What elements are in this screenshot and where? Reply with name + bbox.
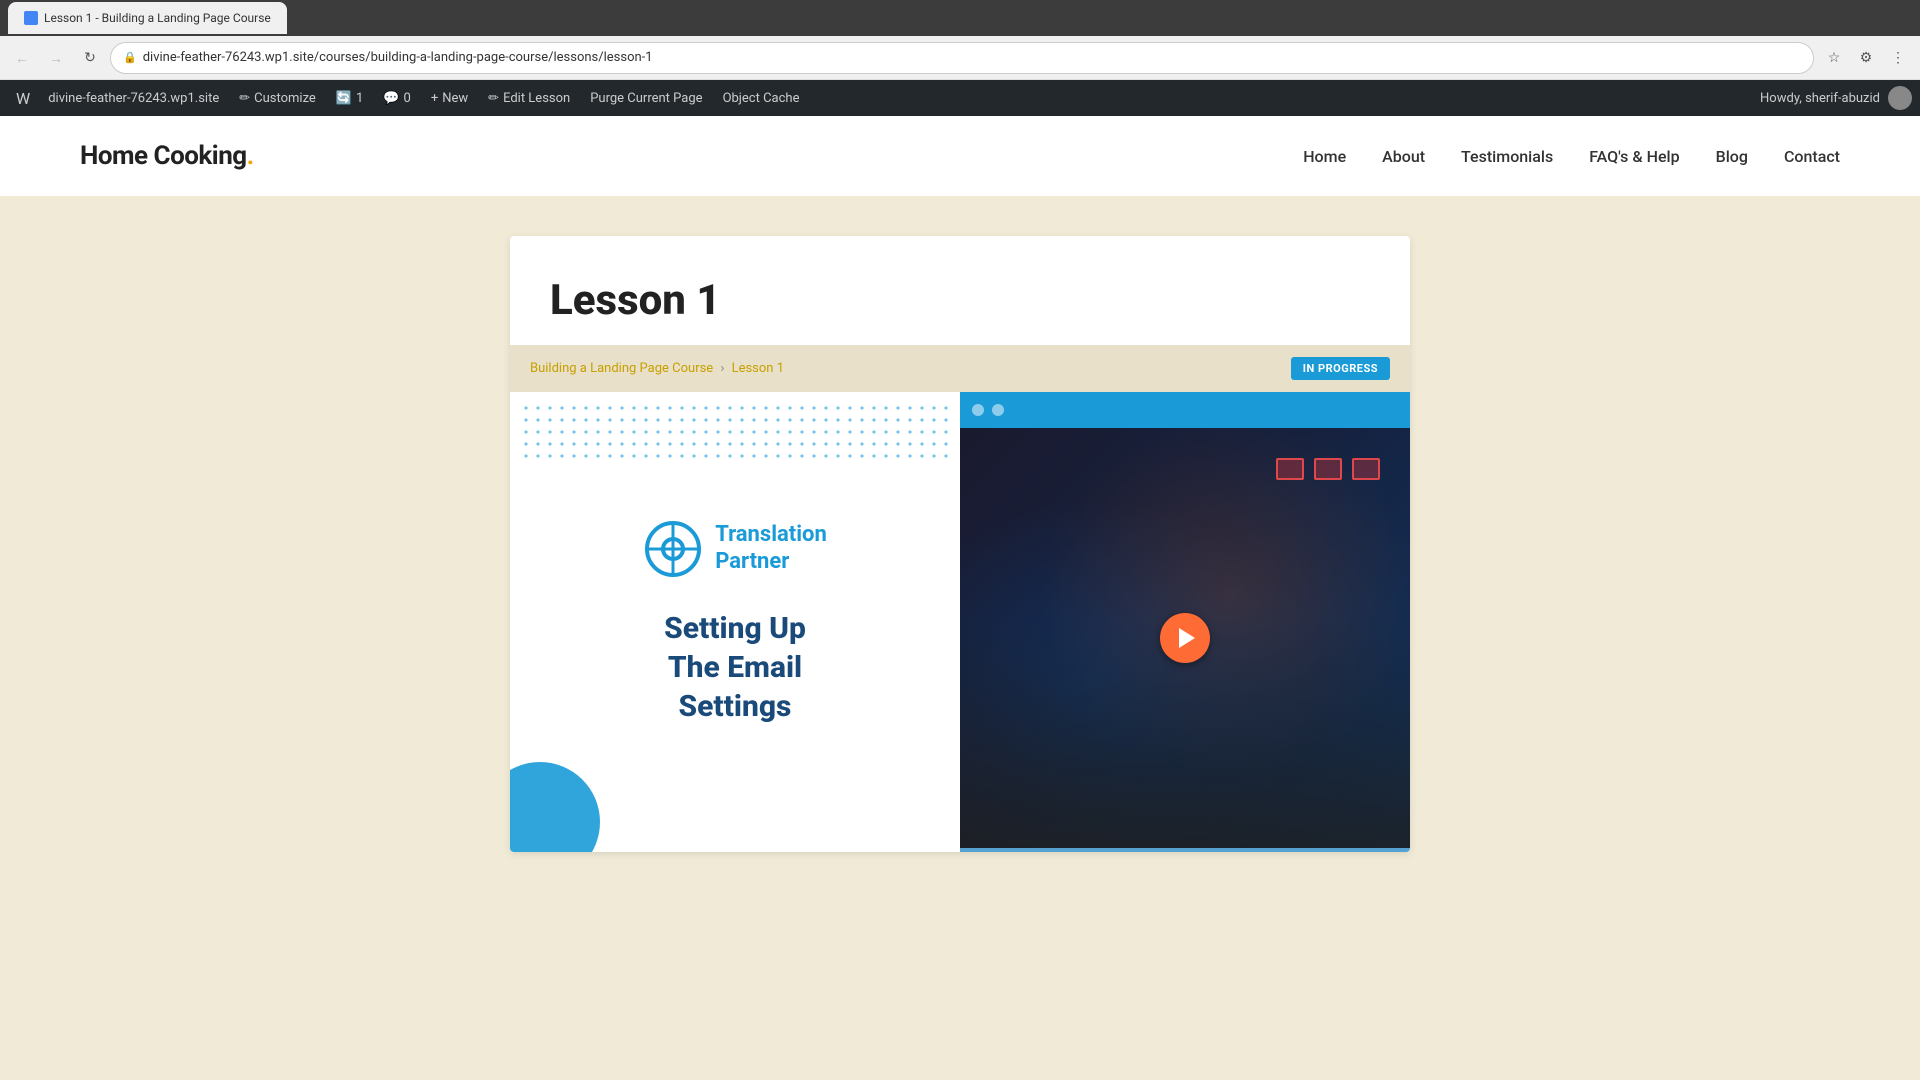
- video-dot-1: [972, 404, 984, 416]
- nav-testimonials[interactable]: Testimonials: [1461, 147, 1553, 166]
- wp-site-link[interactable]: divine-feather-76243.wp1.site: [38, 80, 229, 116]
- user-avatar: [1888, 86, 1912, 110]
- breadcrumb-bar: Building a Landing Page Course › Lesson …: [510, 345, 1410, 392]
- breadcrumb-course-text: Building a Landing Page Course: [530, 361, 713, 376]
- email-icon-1: [1276, 458, 1304, 480]
- video-dot-2: [992, 404, 1004, 416]
- tp-main-text: Setting Up The Email Settings: [664, 609, 806, 726]
- comments-icon: 💬: [383, 91, 399, 106]
- breadcrumb-current: Lesson 1: [732, 361, 784, 376]
- tp-logo-line2: Partner: [715, 549, 789, 574]
- wp-bar-right: Howdy, sherif-abuzid: [1760, 86, 1912, 110]
- customize-pencil-icon: ✏: [239, 91, 250, 106]
- tab-bar: Lesson 1 - Building a Landing Page Cours…: [0, 0, 1920, 36]
- wp-edit-lesson-link[interactable]: ✏ Edit Lesson: [478, 80, 580, 116]
- wp-purge-link[interactable]: Purge Current Page: [580, 80, 712, 116]
- tp-text-line1: Setting Up: [664, 611, 806, 646]
- plus-icon: +: [431, 91, 438, 106]
- lesson-media: Translation Partner Setting Up The Email…: [510, 392, 1410, 852]
- tp-logo-line1: Translation: [715, 522, 827, 547]
- logo-dot: .: [247, 141, 254, 171]
- tp-logo-text: Translation Partner: [715, 522, 827, 575]
- lesson-title: Lesson 1: [550, 276, 1370, 325]
- wp-logo: W: [8, 89, 38, 108]
- wp-admin-bar: W divine-feather-76243.wp1.site ✏ Custom…: [0, 80, 1920, 116]
- lesson-title-area: Lesson 1: [510, 236, 1410, 345]
- wp-updates-count: 1: [356, 91, 363, 106]
- menu-button[interactable]: ⋮: [1884, 44, 1912, 72]
- wp-updates-link[interactable]: 🔄 1: [326, 80, 374, 116]
- play-triangle-icon: [1179, 628, 1195, 648]
- tab-favicon: [24, 11, 38, 25]
- active-tab[interactable]: Lesson 1 - Building a Landing Page Cours…: [8, 2, 287, 34]
- tp-logo-area: Translation Partner: [643, 519, 827, 579]
- site-nav: Home About Testimonials FAQ's & Help Blo…: [1303, 147, 1840, 166]
- updates-icon: 🔄: [336, 91, 352, 106]
- dots-pattern: [520, 402, 950, 462]
- browser-chrome: Lesson 1 - Building a Landing Page Cours…: [0, 0, 1920, 80]
- email-icon-2: [1314, 458, 1342, 480]
- bookmark-button[interactable]: ☆: [1820, 44, 1848, 72]
- email-icon-3: [1352, 458, 1380, 480]
- status-badge: IN PROGRESS: [1291, 357, 1390, 380]
- play-button[interactable]: [1160, 613, 1210, 663]
- tab-label: Lesson 1 - Building a Landing Page Cours…: [44, 11, 271, 25]
- wp-new-label: New: [442, 91, 468, 106]
- nav-blog[interactable]: Blog: [1716, 147, 1748, 166]
- breadcrumb: Building a Landing Page Course › Lesson …: [530, 361, 784, 376]
- site-logo[interactable]: Home Cooking.: [80, 141, 254, 171]
- wp-object-cache-link[interactable]: Object Cache: [713, 80, 810, 116]
- email-icons: [1276, 458, 1380, 480]
- nav-faqs[interactable]: FAQ's & Help: [1589, 147, 1679, 166]
- video-progress-bar: [960, 848, 1410, 852]
- wp-comments-count: 0: [404, 91, 411, 106]
- wp-new-link[interactable]: + New: [421, 80, 478, 116]
- breadcrumb-course-link[interactable]: Building a Landing Page Course: [530, 361, 716, 376]
- tp-text-line2: The Email: [668, 650, 802, 685]
- wp-edit-lesson-label: Edit Lesson: [503, 91, 570, 106]
- nav-contact[interactable]: Contact: [1784, 147, 1840, 166]
- address-bar[interactable]: 🔒 divine-feather-76243.wp1.site/courses/…: [110, 42, 1814, 74]
- nav-home[interactable]: Home: [1303, 147, 1346, 166]
- main-content: Lesson 1 Building a Landing Page Course …: [0, 196, 1920, 892]
- howdy-text: Howdy, sherif-abuzid: [1760, 91, 1888, 106]
- media-left: Translation Partner Setting Up The Email…: [510, 392, 960, 852]
- back-button[interactable]: ←: [8, 44, 36, 72]
- breadcrumb-separator: ›: [720, 361, 724, 376]
- wp-object-cache-label: Object Cache: [723, 91, 800, 106]
- wp-purge-label: Purge Current Page: [590, 91, 702, 106]
- tp-content: Translation Partner Setting Up The Email…: [613, 489, 857, 756]
- wp-customize-label: Customize: [254, 91, 316, 106]
- browser-toolbar-icons: ☆ ⚙ ⋮: [1820, 44, 1912, 72]
- tp-logo-icon: [643, 519, 703, 579]
- edit-icon: ✏: [488, 91, 499, 106]
- wp-site-name: divine-feather-76243.wp1.site: [48, 91, 219, 106]
- reload-button[interactable]: ↻: [76, 44, 104, 72]
- wp-comments-link[interactable]: 💬 0: [373, 80, 421, 116]
- media-right: [960, 392, 1410, 852]
- forward-button[interactable]: →: [42, 44, 70, 72]
- lock-icon: 🔒: [123, 51, 137, 64]
- video-thumbnail[interactable]: [960, 428, 1410, 848]
- browser-toolbar: ← → ↻ 🔒 divine-feather-76243.wp1.site/co…: [0, 36, 1920, 80]
- url-text: divine-feather-76243.wp1.site/courses/bu…: [143, 50, 1801, 65]
- video-header: [960, 392, 1410, 428]
- nav-about[interactable]: About: [1382, 147, 1425, 166]
- logo-text: Home Cooking: [80, 141, 247, 171]
- wp-customize-link[interactable]: ✏ Customize: [229, 80, 326, 116]
- site-header: Home Cooking. Home About Testimonials FA…: [0, 116, 1920, 196]
- extensions-button[interactable]: ⚙: [1852, 44, 1880, 72]
- lesson-container: Lesson 1 Building a Landing Page Course …: [510, 236, 1410, 852]
- tp-text-line3: Settings: [679, 689, 792, 724]
